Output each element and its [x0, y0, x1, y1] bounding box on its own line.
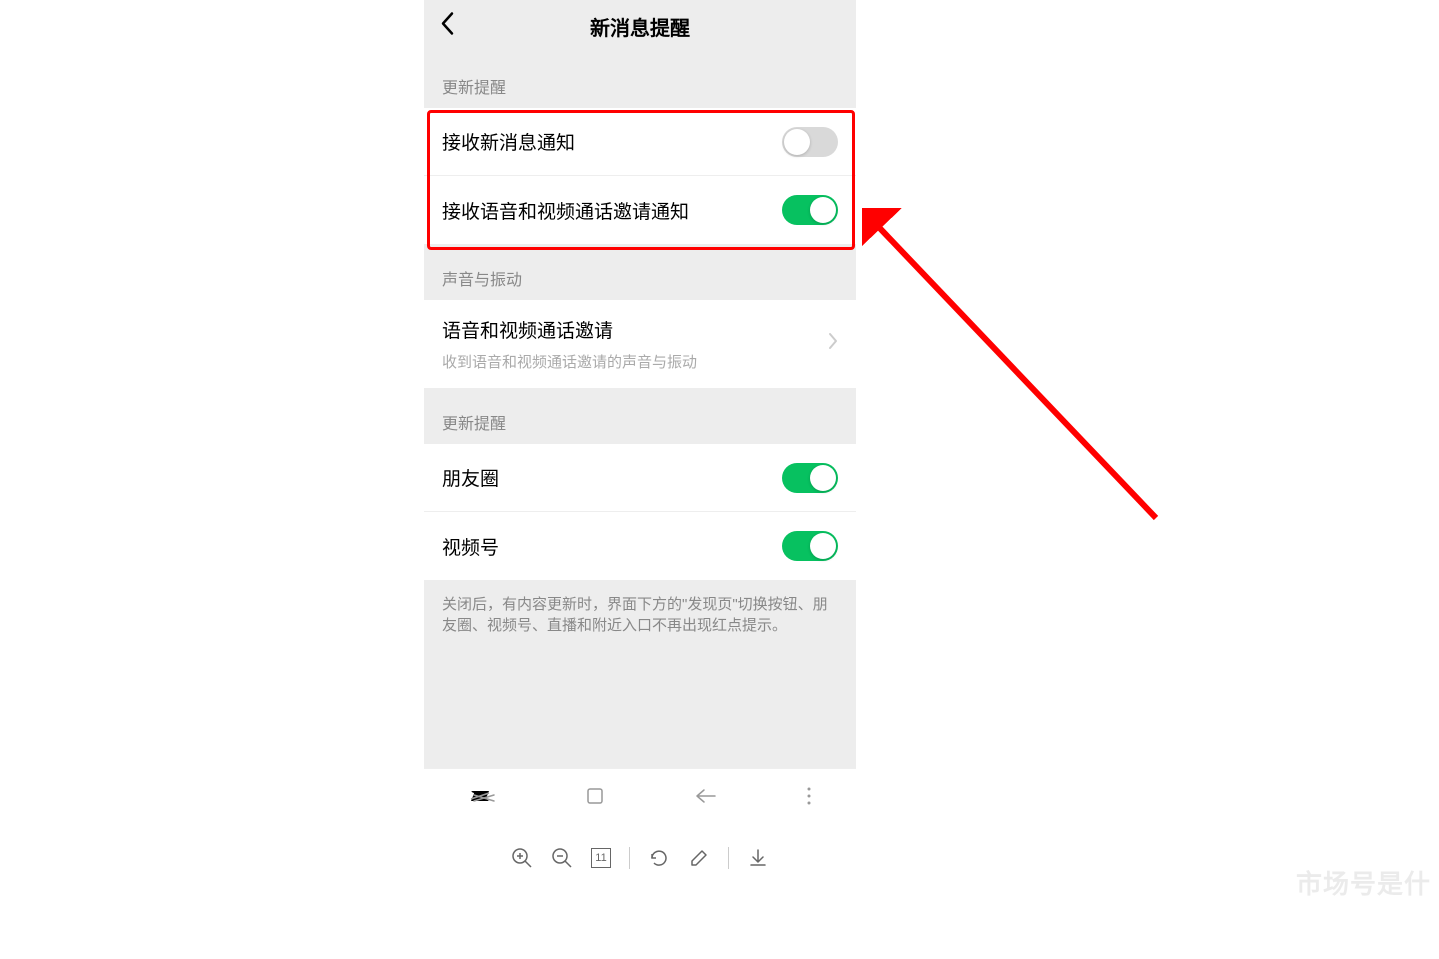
row-label: 视频号 [442, 533, 499, 560]
nav-home-icon[interactable] [585, 786, 605, 811]
toggle-moments[interactable] [782, 463, 838, 493]
row-label: 语音和视频通话邀请 [442, 316, 697, 343]
page-number: 11 [591, 848, 611, 868]
watermark: 市场号是什 [1296, 864, 1431, 901]
chevron-right-icon [828, 332, 838, 356]
chevron-left-icon [440, 12, 454, 36]
row-sublabel: 收到语音和视频通话邀请的声音与振动 [442, 351, 697, 372]
section-footnote: 关闭后，有内容更新时，界面下方的"发现页"切换按钮、朋友圈、视频号、直播和附近入… [424, 580, 856, 650]
toolbar-separator [629, 847, 630, 869]
toggle-new-message[interactable] [782, 127, 838, 157]
section-title-1: 更新提醒 [424, 52, 856, 108]
section-title-2: 声音与振动 [424, 244, 856, 300]
nav-menu-icon[interactable] [806, 786, 812, 811]
nav-recents-icon[interactable] [468, 786, 496, 811]
download-button[interactable] [747, 847, 769, 869]
zoom-in-button[interactable] [511, 847, 533, 869]
section-3-group: 朋友圈 视频号 [424, 444, 856, 580]
section-title-3: 更新提醒 [424, 388, 856, 444]
toggle-channels[interactable] [782, 531, 838, 561]
toggle-voice-video-invite[interactable] [782, 195, 838, 225]
nav-back-icon[interactable] [693, 786, 717, 811]
row-voice-video-invite-sound[interactable]: 语音和视频通话邀请 收到语音和视频通话邀请的声音与振动 [424, 300, 856, 388]
row-label: 朋友圈 [442, 464, 499, 491]
system-nav-bar [424, 768, 856, 828]
row-label: 接收新消息通知 [442, 128, 575, 155]
row-label: 接收语音和视频通话邀请通知 [442, 197, 689, 224]
annotation-arrow [862, 208, 1172, 538]
rotate-button[interactable] [648, 847, 670, 869]
toolbar-separator [728, 847, 729, 869]
edit-button[interactable] [688, 847, 710, 869]
phone-screen: 新消息提醒 更新提醒 接收新消息通知 接收语音和视频通话邀请通知 声音与振动 语… [424, 0, 856, 828]
section-1-group: 接收新消息通知 接收语音和视频通话邀请通知 [424, 108, 856, 244]
app-header: 新消息提醒 [424, 0, 856, 52]
row-channels[interactable]: 视频号 [424, 512, 856, 580]
zoom-out-button[interactable] [551, 847, 573, 869]
section-2-group: 语音和视频通话邀请 收到语音和视频通话邀请的声音与振动 [424, 300, 856, 388]
row-new-message-notify[interactable]: 接收新消息通知 [424, 108, 856, 176]
page-title: 新消息提醒 [424, 12, 856, 41]
viewer-toolbar: 11 [424, 828, 856, 888]
page-number-indicator[interactable]: 11 [591, 848, 611, 868]
row-voice-video-invite-notify[interactable]: 接收语音和视频通话邀请通知 [424, 176, 856, 244]
back-button[interactable] [440, 12, 454, 41]
row-moments[interactable]: 朋友圈 [424, 444, 856, 512]
